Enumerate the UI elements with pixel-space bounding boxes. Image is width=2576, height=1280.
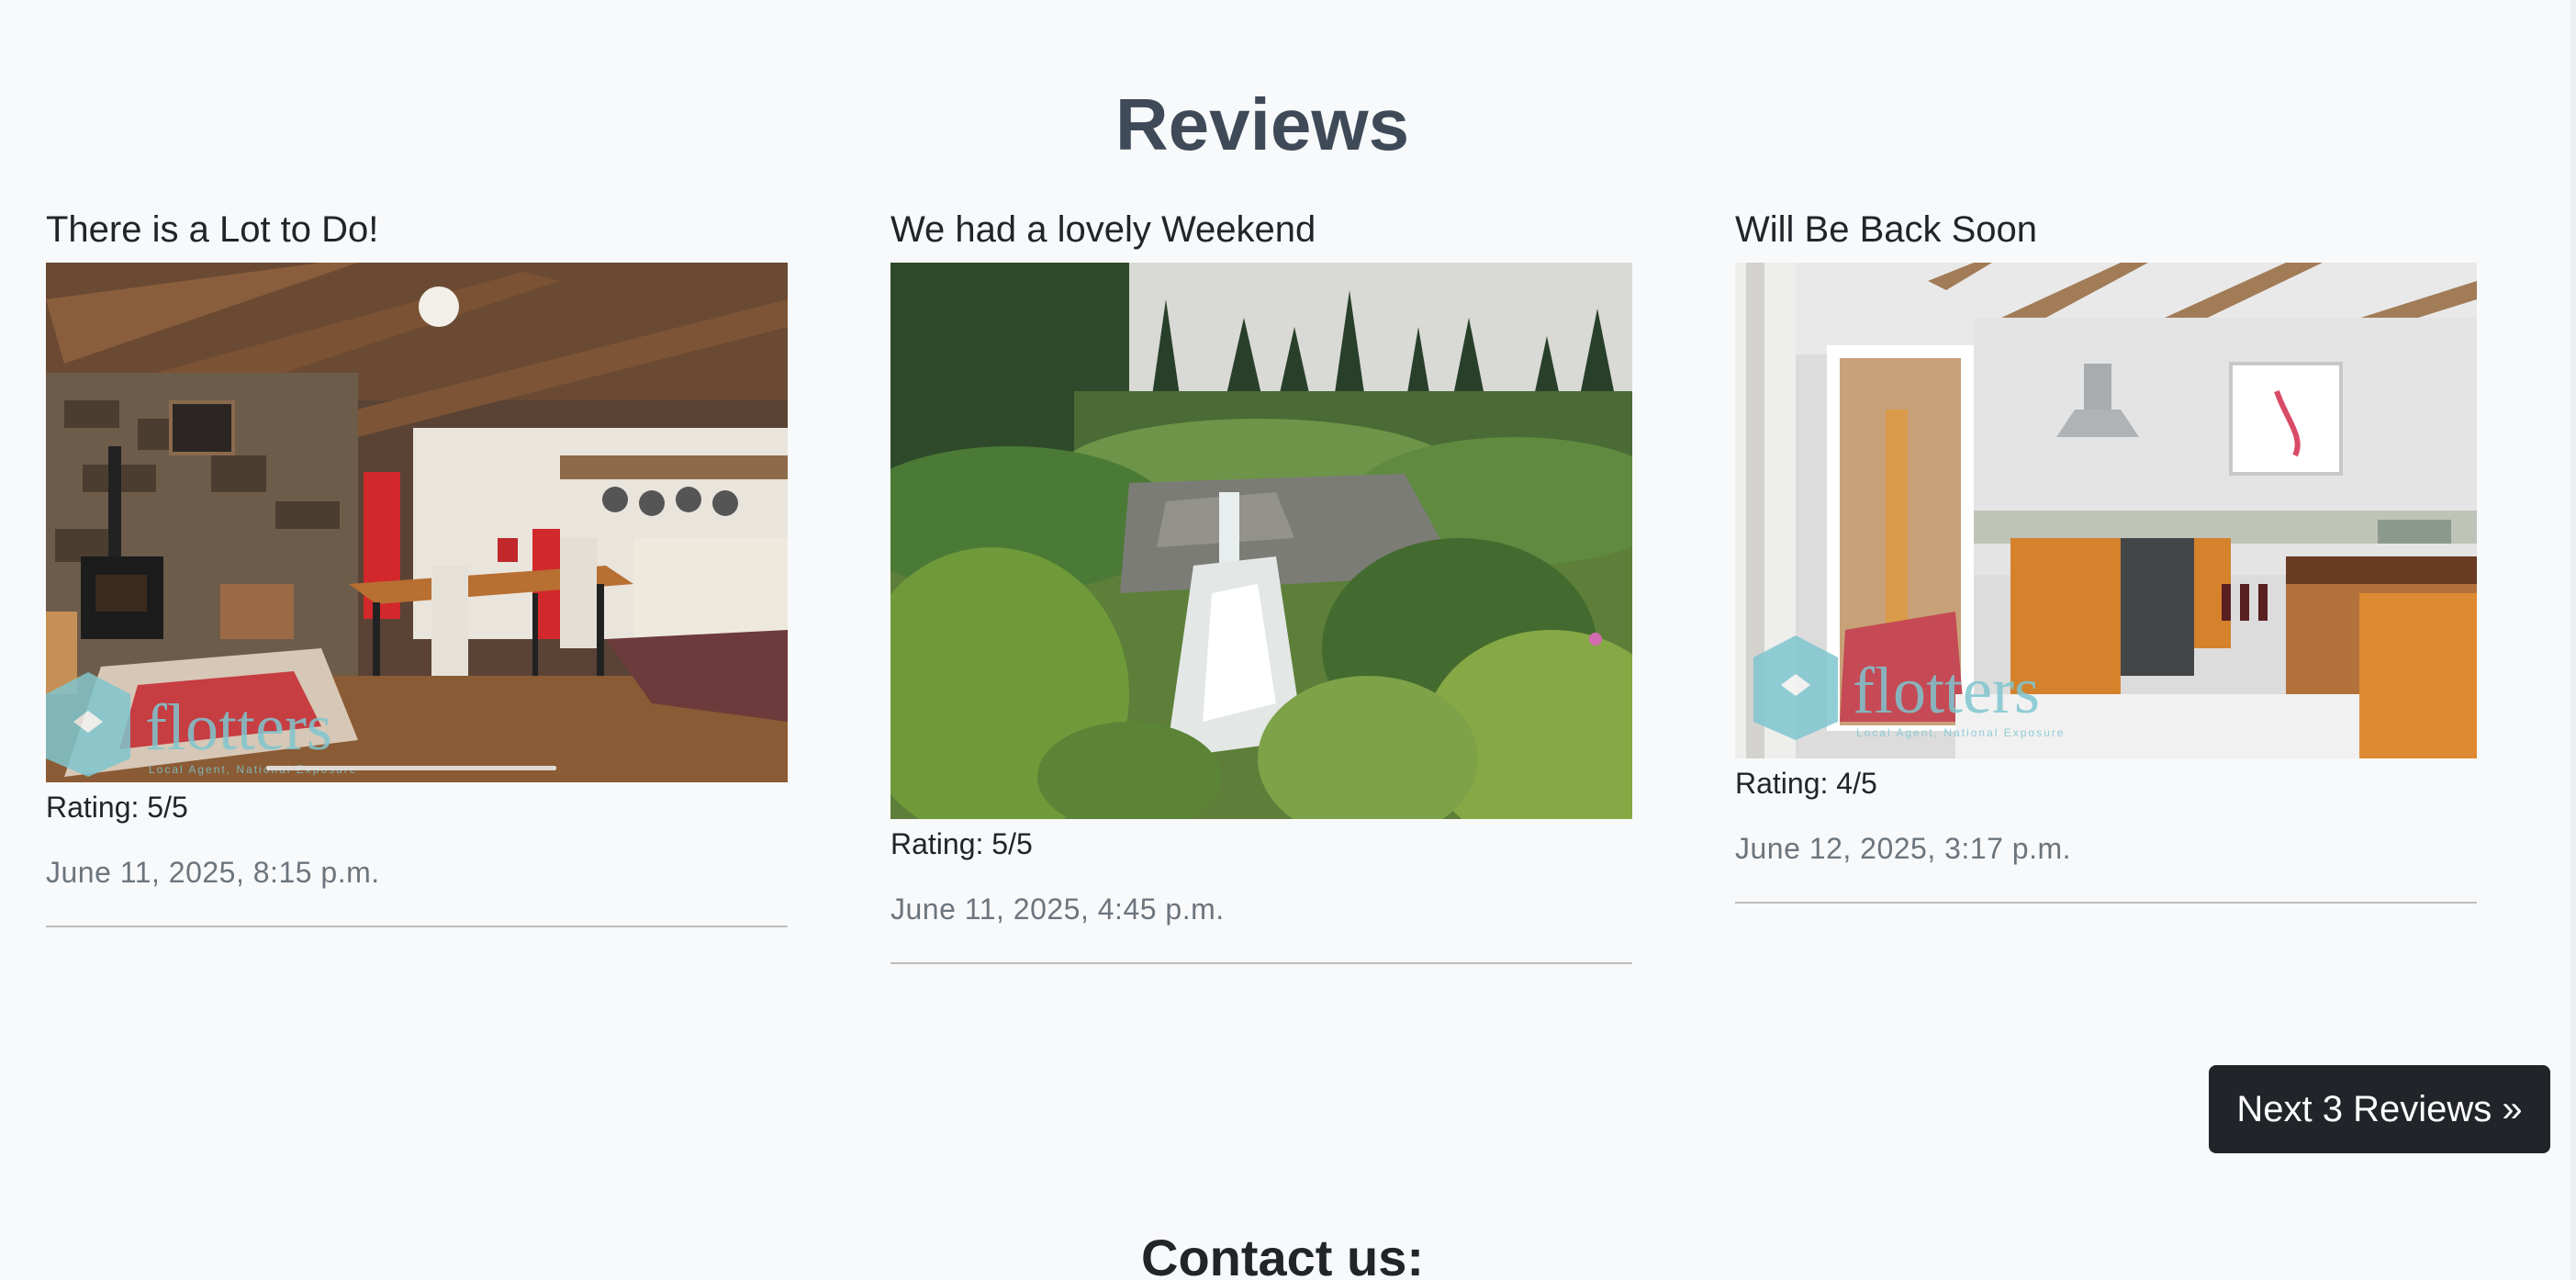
review-title: Will Be Back Soon [1735, 209, 2038, 250]
contact-heading: Contact us: [1141, 1229, 1424, 1280]
review-photo: flotters Local Agent, National Exposure [46, 263, 788, 782]
svg-text:flotters: flotters [1853, 654, 2040, 727]
next-reviews-button[interactable]: Next 3 Reviews » [2209, 1065, 2550, 1153]
cottage-living-room-photo: flotters Local Agent, National Exposure [46, 263, 788, 782]
review-card: We had a lovely Weekend Rating: 5/5 June… [890, 204, 1632, 964]
reviews-page: Reviews There is a Lot to Do! flotters L… [0, 0, 2576, 1280]
review-date: June 12, 2025, 3:17 p.m. [1735, 832, 2072, 865]
review-date: June 11, 2025, 4:45 p.m. [890, 893, 1225, 926]
review-card: Will Be Back Soon flotters Local Agent, … [1735, 204, 2477, 904]
review-divider [890, 962, 1632, 964]
scrollbar-track[interactable] [2570, 0, 2576, 1280]
review-date: June 11, 2025, 8:15 p.m. [46, 856, 380, 889]
review-rating: Rating: 5/5 [890, 827, 1033, 860]
review-divider [46, 926, 788, 927]
cottage-kitchen-photo: flotters Local Agent, National Exposure [1735, 263, 2477, 758]
review-title: There is a Lot to Do! [46, 209, 379, 250]
svg-text:Local Agent, National Exposure: Local Agent, National Exposure [1856, 726, 2065, 739]
review-divider [1735, 902, 2477, 904]
forest-waterfall-photo [890, 263, 1632, 819]
reviews-heading: Reviews [1114, 84, 1410, 165]
svg-text:flotters: flotters [145, 691, 332, 764]
review-photo [890, 263, 1632, 819]
review-photo: flotters Local Agent, National Exposure [1735, 263, 2477, 758]
review-title: We had a lovely Weekend [890, 209, 1316, 250]
review-rating: Rating: 4/5 [1735, 767, 1877, 800]
review-rating: Rating: 5/5 [46, 791, 188, 824]
review-card: There is a Lot to Do! flotters Local Age… [46, 204, 788, 927]
